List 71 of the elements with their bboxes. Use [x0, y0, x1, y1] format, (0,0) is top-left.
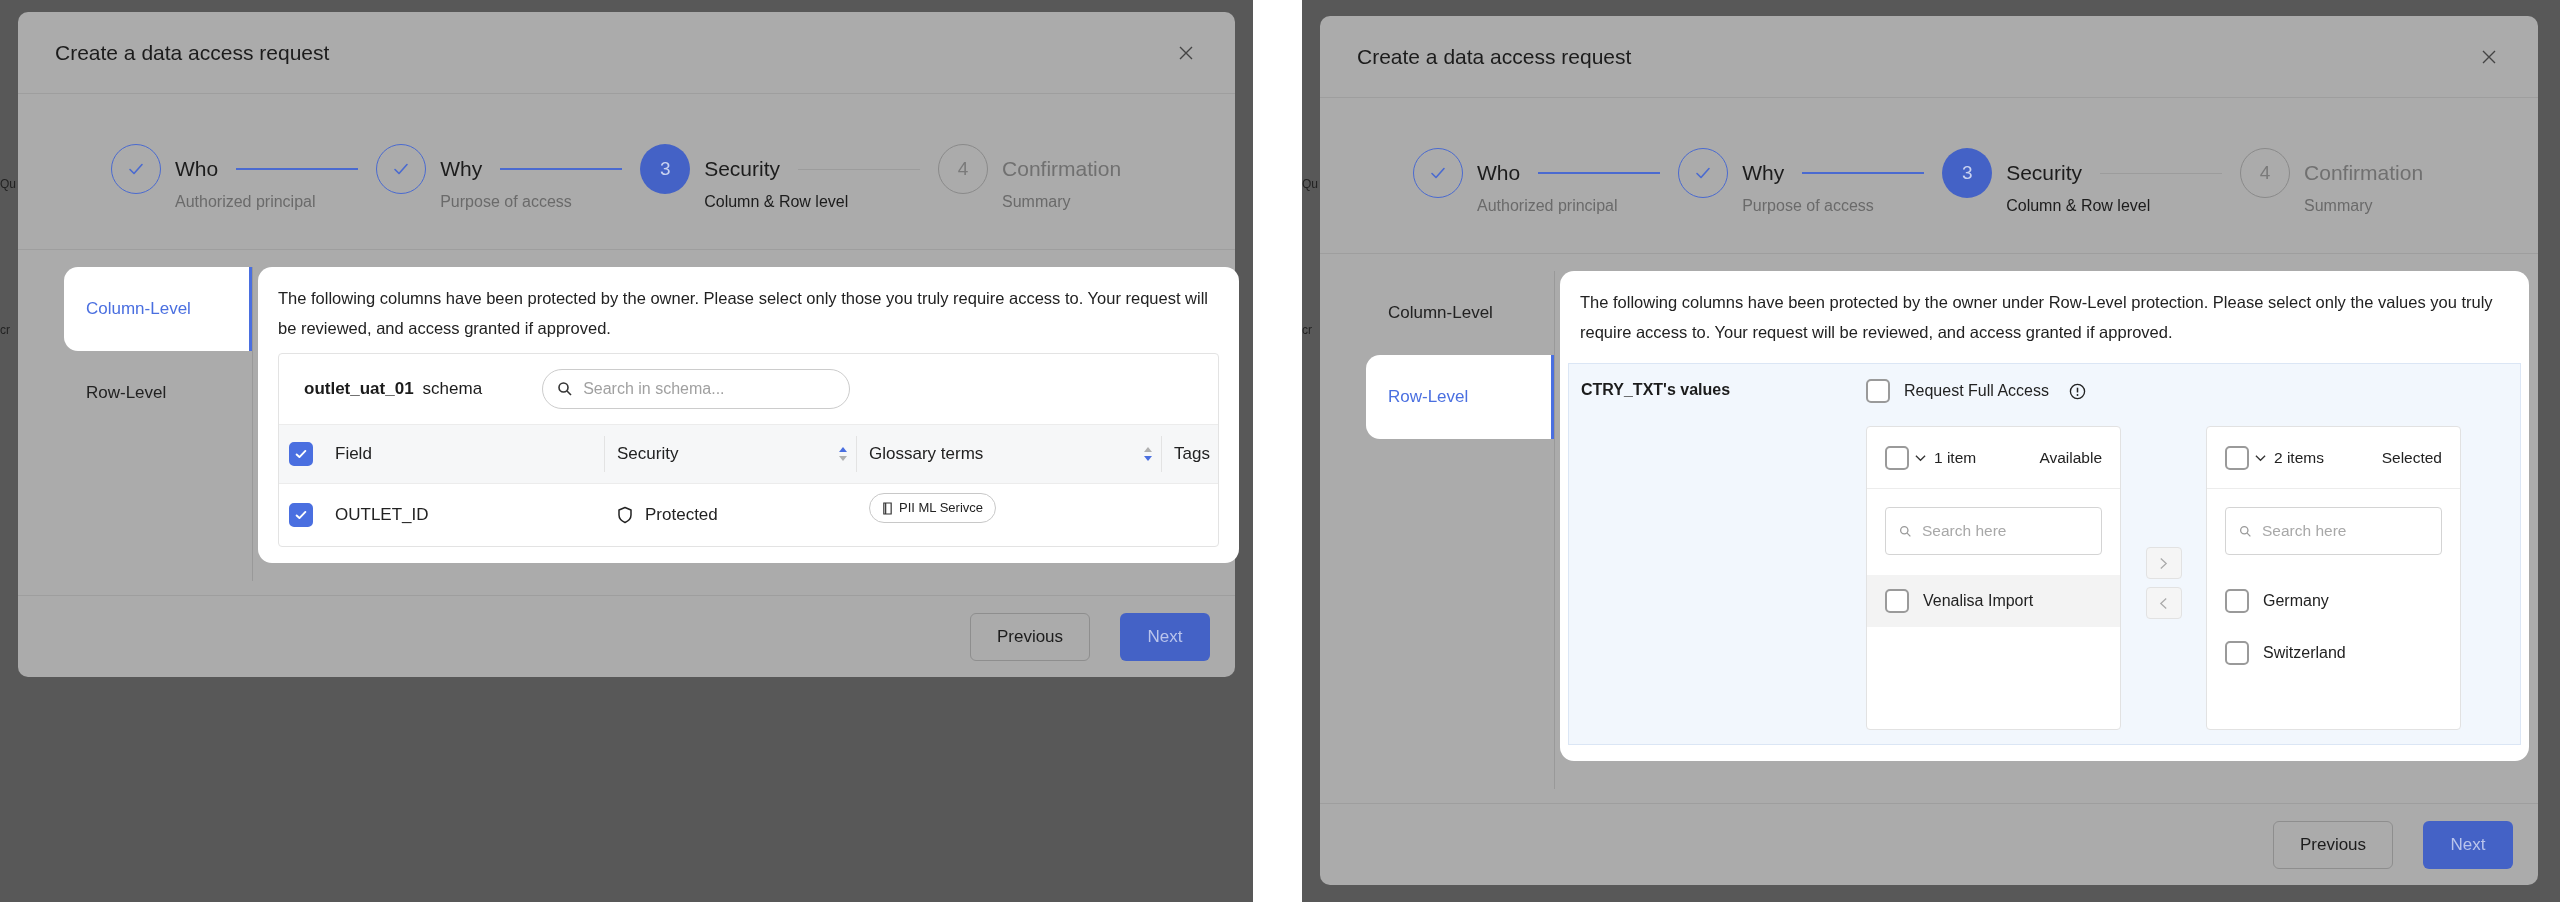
checkbox[interactable] [2225, 589, 2249, 613]
search-field[interactable]: Search here [2225, 507, 2442, 555]
chevron-down-icon [1915, 453, 1926, 462]
search-field[interactable]: Search here [1885, 507, 2102, 555]
step-caption: Column & Row level [2006, 196, 2152, 216]
step-label: Why [1742, 160, 1785, 187]
step-caption: Purpose of access [440, 192, 573, 212]
table-cell-text: Protected [645, 504, 718, 527]
description: The following columns have been protected by the owner under Row-Level protection. Please select only the values you truly require access to. Your request will be reviewed, and access granted if approved. [1580, 292, 2494, 343]
schema-name: outlet_uat_01 [304, 378, 414, 401]
checkbox[interactable] [289, 503, 313, 527]
list-item[interactable]: Germany [2207, 575, 2460, 627]
step-label: Who [175, 156, 219, 183]
column-header: Glossary terms [869, 443, 984, 466]
step-number: 3 [1942, 148, 1993, 198]
step-label: Security [2006, 160, 2083, 187]
step-label: Security [704, 156, 781, 183]
step-label: Who [1477, 160, 1521, 187]
checkbox[interactable] [289, 442, 313, 466]
schema-label: schema [422, 378, 483, 401]
step-label: Confirmation [2304, 160, 2424, 187]
sort-icon[interactable] [1143, 446, 1153, 462]
attribute-label: CTRY_TXT's values [1581, 380, 1732, 400]
column-header: Field [335, 443, 372, 466]
tab[interactable]: Row-Level [64, 351, 252, 435]
book-icon [882, 501, 893, 515]
shield-icon [617, 506, 633, 524]
check-icon [294, 508, 308, 522]
checkbox[interactable] [1885, 445, 1909, 470]
chevron-right-icon[interactable] [2159, 556, 2168, 570]
checkbox[interactable] [2225, 641, 2249, 665]
checkbox[interactable] [1885, 589, 1909, 613]
tab[interactable]: Column-Level [1366, 271, 1554, 355]
step-caption: Summary [1002, 192, 1072, 212]
step-caption: Authorized principal [1477, 196, 1619, 216]
search-icon [2239, 525, 2252, 538]
table-cell-text: OUTLET_ID [335, 504, 429, 527]
dialog-title: Create a data access request [55, 39, 330, 66]
search-icon [557, 381, 574, 397]
dialog-title: Create a data access request [1357, 43, 1632, 70]
list-item[interactable]: Switzerland [2207, 627, 2460, 679]
column-header: Security [617, 443, 679, 466]
step-label: Confirmation [1002, 156, 1122, 183]
glossary-term: PII ML Serivce [899, 499, 984, 518]
search-field[interactable]: Search in schema... [542, 369, 851, 409]
step-caption: Column & Row level [704, 192, 850, 212]
checkbox-label: Request Full Access [1904, 381, 2049, 401]
column-header: Tags [1174, 443, 1210, 466]
list-title: Available [2039, 447, 2102, 468]
sort-icon[interactable] [838, 446, 848, 462]
chevron-down-icon [2255, 453, 2266, 462]
check-icon [294, 447, 308, 461]
checkbox[interactable] [2225, 445, 2249, 470]
list-item[interactable]: Venalisa Import [1867, 575, 2120, 627]
step-caption: Authorized principal [175, 192, 317, 212]
tab[interactable]: Row-Level [1366, 355, 1554, 439]
list-title: Selected [2381, 447, 2442, 468]
tab[interactable]: Column-Level [64, 267, 252, 351]
search-icon [1899, 525, 1912, 538]
previous-button[interactable]: Previous [2273, 820, 2393, 869]
previous-button[interactable]: Previous [970, 612, 1090, 661]
chevron-left-icon[interactable] [2159, 596, 2168, 610]
item-count: 2 items [2274, 447, 2324, 468]
step-caption: Summary [2304, 196, 2374, 216]
step-number: 3 [640, 144, 691, 194]
step-caption: Purpose of access [1742, 196, 1875, 216]
info-icon [2068, 382, 2086, 400]
checkbox[interactable] [1866, 379, 1890, 403]
description: The following columns have been protected by the owner. Please select only those you truly require access to. Your request will be reviewed, and access granted if approved. [278, 288, 1210, 339]
step-label: Why [440, 156, 483, 183]
item-count: 1 item [1934, 447, 1977, 468]
